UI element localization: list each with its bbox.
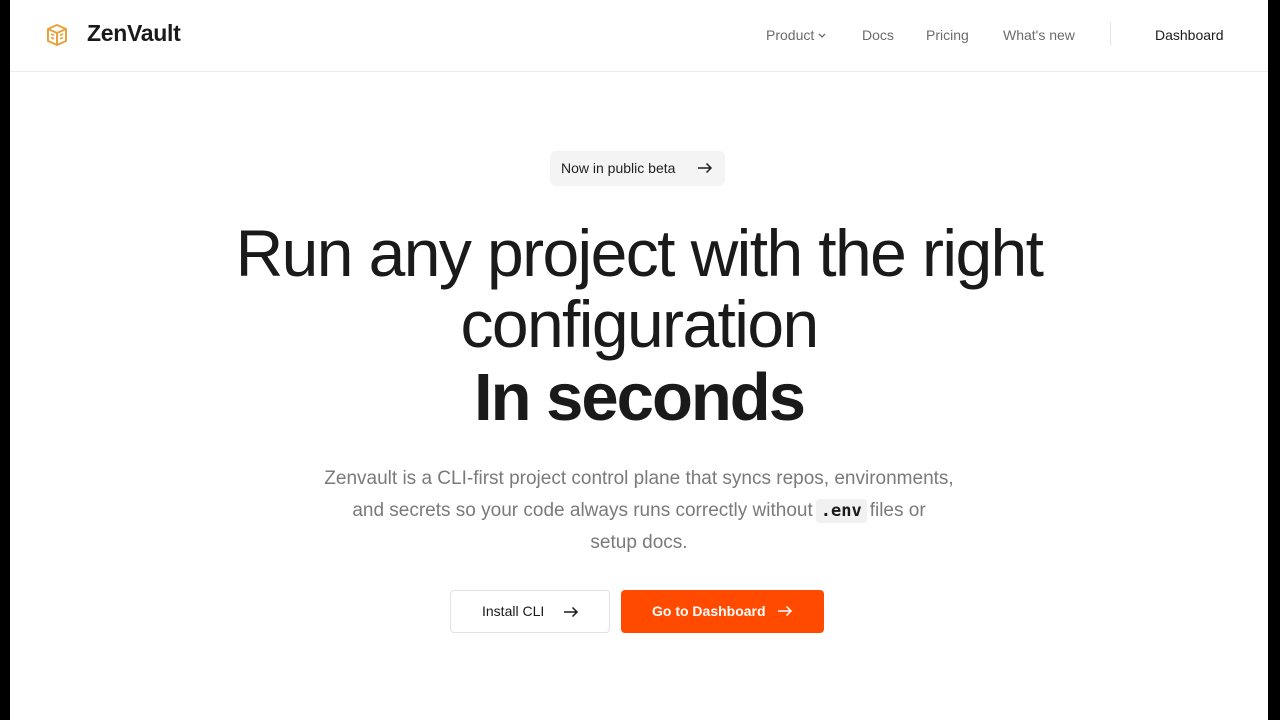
chevron-down-icon	[818, 33, 826, 38]
install-cli-button[interactable]: Install CLI	[450, 590, 610, 633]
env-code-chip: .env	[815, 499, 867, 523]
nav-product[interactable]: Product	[766, 25, 826, 45]
arrow-right-icon	[564, 606, 579, 618]
nav-docs[interactable]: Docs	[862, 25, 894, 45]
subtitle-text-after: files or	[869, 500, 926, 521]
brand-name[interactable]: ZenVault	[87, 19, 181, 47]
nav-divider	[1110, 22, 1111, 46]
arrow-right-icon	[778, 605, 793, 617]
top-navigation-bar: ZenVault Product Docs Pricing What's new…	[10, 0, 1268, 72]
go-to-dashboard-button[interactable]: Go to Dashboard	[621, 590, 824, 633]
hero-subtitle-line-3: setup docs.	[590, 532, 688, 553]
page: ZenVault Product Docs Pricing What's new…	[10, 0, 1268, 720]
nav-pricing[interactable]: Pricing	[926, 25, 969, 45]
install-cli-label: Install CLI	[482, 603, 545, 619]
hero-title-line-2: configuration	[460, 287, 819, 361]
subtitle-text-before: and secrets so your code always runs cor…	[352, 500, 813, 521]
hero-subtitle-line-1: Zenvault is a CLI-first project control …	[324, 468, 954, 489]
nav-whats-new[interactable]: What's new	[1003, 25, 1075, 45]
package-box-icon[interactable]	[46, 23, 68, 47]
arrow-right-icon	[698, 162, 713, 174]
public-beta-badge[interactable]: Now in public beta	[550, 151, 725, 186]
hero-subtitle-line-2: and secrets so your code always runs cor…	[294, 495, 984, 527]
dashboard-link[interactable]: Dashboard	[1155, 25, 1224, 45]
hero-title-emphasis: In seconds	[474, 360, 806, 435]
hero-title-line-1: Run any project with the right	[235, 216, 1044, 290]
nav-product-label: Product	[766, 27, 815, 43]
go-to-dashboard-label: Go to Dashboard	[652, 603, 766, 619]
public-beta-label: Now in public beta	[561, 160, 676, 176]
